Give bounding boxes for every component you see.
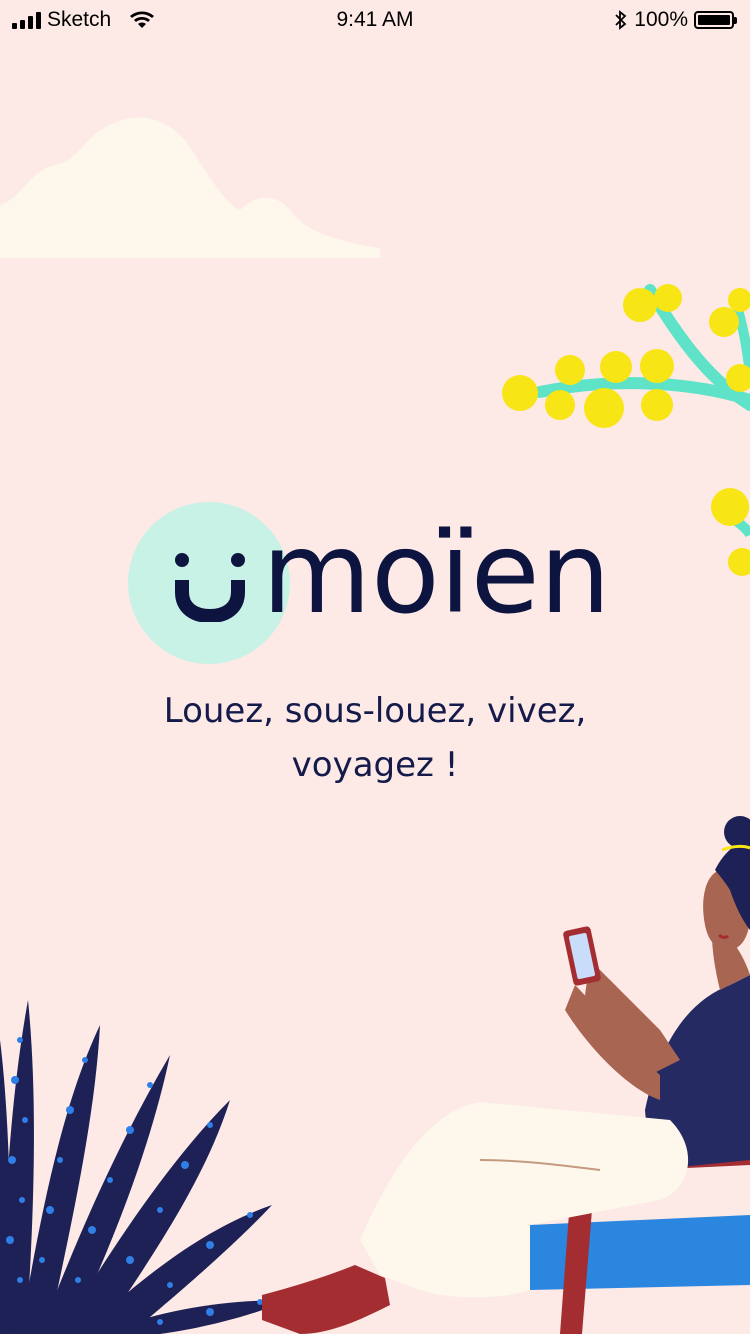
tagline-line-1: Louez, sous-louez, vivez, [163, 691, 587, 731]
battery-icon [694, 11, 737, 29]
bluetooth-icon [615, 10, 627, 30]
brand-logo: moïen [128, 500, 628, 670]
cloud-illustration [0, 117, 380, 259]
brand-wordmark: moïen [262, 509, 611, 639]
tagline-line-2: voyagez ! [291, 745, 459, 785]
tagline: Louez, sous-louez, vivez, voyagez ! [0, 684, 750, 792]
status-bar: Sketch 9:41 AM 100% [0, 0, 750, 40]
smile-icon [175, 553, 245, 622]
battery-percent: 100% [634, 8, 688, 31]
status-right: 100% [614, 8, 737, 32]
plant-illustration [0, 1000, 290, 1334]
battery-fill [698, 15, 730, 25]
woman-illustration [262, 816, 750, 1334]
